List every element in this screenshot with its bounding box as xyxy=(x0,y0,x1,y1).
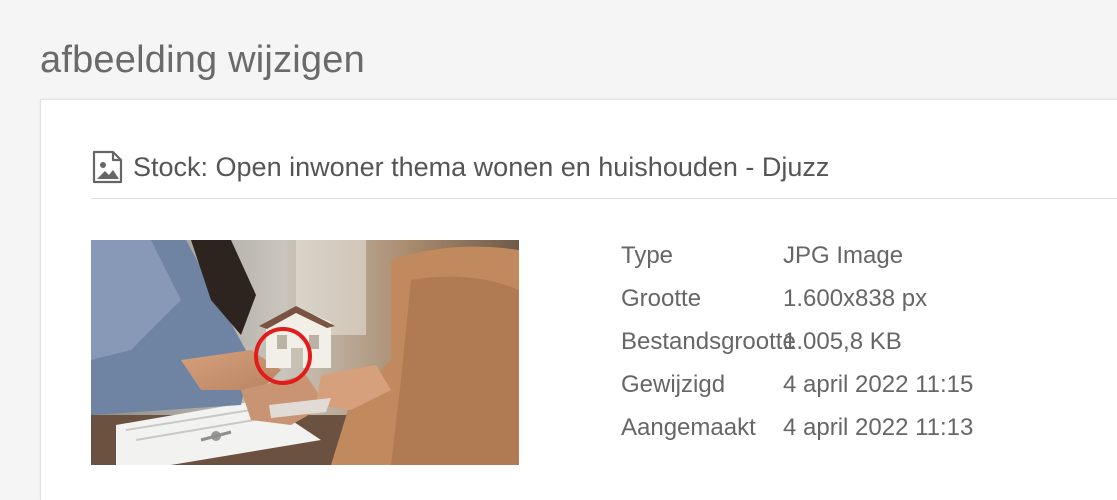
detail-value: 4 april 2022 11:13 xyxy=(783,414,974,441)
detail-value: 1.005,8 KB xyxy=(783,328,902,355)
detail-label: Type xyxy=(621,242,674,269)
image-thumbnail[interactable] xyxy=(91,240,519,465)
card-title: Stock: Open inwoner thema wonen en huish… xyxy=(133,152,830,182)
detail-label: Aangemaakt xyxy=(621,414,756,441)
detail-label: Bestandsgrootte xyxy=(621,328,796,355)
detail-label: Grootte xyxy=(621,285,702,312)
image-icon xyxy=(91,146,133,189)
detail-value: 1.600x838 px xyxy=(783,285,928,312)
page-title: afbeelding wijzigen xyxy=(40,39,365,82)
image-details-card: Stock: Open inwoner thema wonen en huish… xyxy=(40,99,1117,500)
detail-value: JPG Image xyxy=(783,242,904,269)
card-header: Stock: Open inwoner thema wonen en huish… xyxy=(91,146,1117,199)
detail-label: Gewijzigd xyxy=(621,371,726,398)
detail-value: 4 april 2022 11:15 xyxy=(783,371,974,398)
